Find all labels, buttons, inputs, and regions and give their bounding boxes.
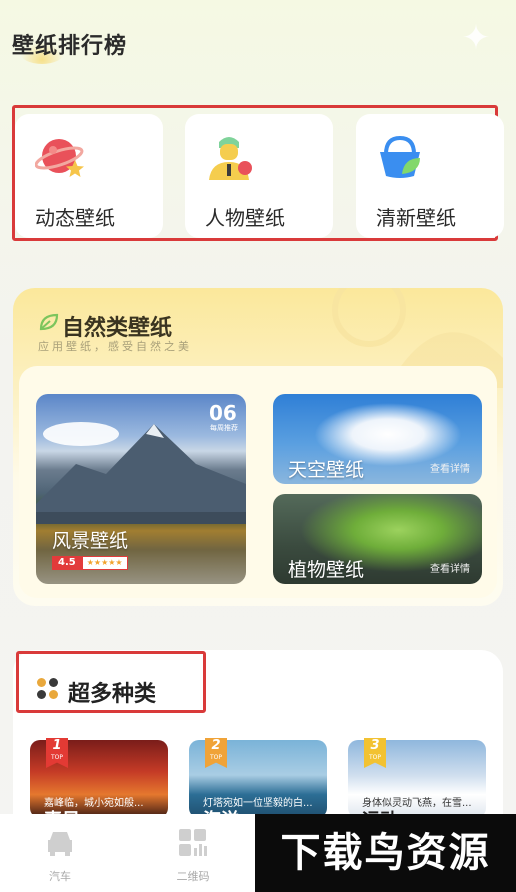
leaf-icon <box>39 313 59 331</box>
plant-detail-link[interactable]: 查看详情 <box>430 560 470 575</box>
category-label: 动态壁纸 <box>35 206 115 230</box>
tab-qrcode[interactable]: 二维码 <box>163 828 223 884</box>
planet-icon <box>35 139 84 177</box>
tab-car[interactable]: 汽车 <box>30 828 90 884</box>
basket-icon <box>380 135 420 178</box>
category-card-fresh[interactable]: 清新壁纸 <box>356 114 504 238</box>
rating-badge: 4.5 ★★★★★ <box>52 556 128 570</box>
sparkle-icon: ✦ <box>461 18 491 58</box>
rating-stars: ★★★★★ <box>81 556 128 570</box>
car-icon <box>48 832 72 856</box>
rating-score: 4.5 <box>52 556 82 570</box>
rank-number: 3 <box>370 738 380 753</box>
person-icon <box>209 137 252 180</box>
category-card-person[interactable]: 人物壁纸 <box>185 114 333 238</box>
page-title: 壁纸排行榜 <box>12 34 128 59</box>
category-label: 清新壁纸 <box>376 206 456 230</box>
grid-chart-icon <box>179 829 207 856</box>
sky-label: 天空壁纸 <box>288 459 365 481</box>
more-title: 超多种类 <box>68 682 157 707</box>
rank-top: TOP <box>50 754 63 761</box>
rank-number: 06 <box>209 401 237 425</box>
rank-top: TOP <box>368 754 381 761</box>
landscape-label: 风景壁纸 <box>52 530 129 552</box>
plant-label: 植物壁纸 <box>288 559 365 581</box>
rank-subtitle: 每周推荐 <box>210 424 238 432</box>
rank-number: 1 <box>52 738 62 753</box>
watermark-banner: 下载鸟资源 <box>255 814 516 892</box>
rank-number: 2 <box>211 738 221 753</box>
nature-subtitle: 应用壁纸，感受自然之美 <box>38 340 192 353</box>
tab-label: 二维码 <box>176 870 210 883</box>
four-dots-icon <box>37 678 59 700</box>
tab-label: 汽车 <box>49 870 71 883</box>
sky-detail-link[interactable]: 查看详情 <box>430 460 470 475</box>
rank-top: TOP <box>209 754 222 761</box>
category-card-dynamic[interactable]: 动态壁纸 <box>15 114 163 238</box>
category-label: 人物壁纸 <box>205 206 285 230</box>
